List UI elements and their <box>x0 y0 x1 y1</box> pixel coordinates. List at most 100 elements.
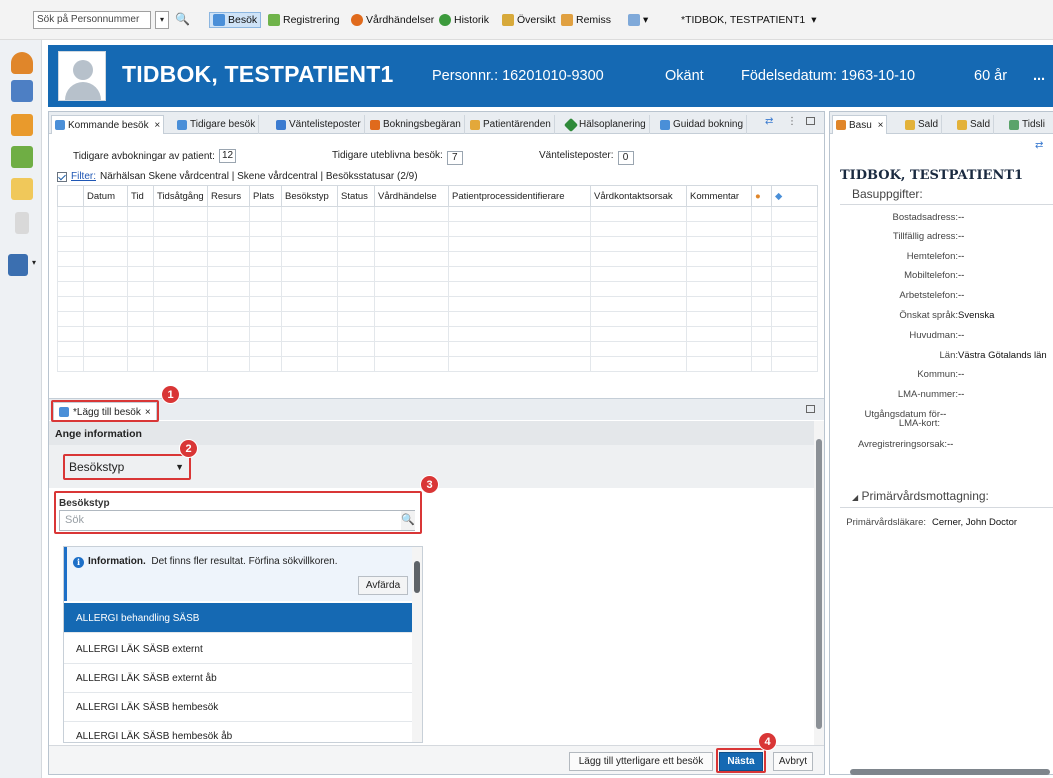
close-icon[interactable]: × <box>875 120 884 131</box>
field-label: Primärvårdsläkare: <box>846 517 926 528</box>
right-hscroll[interactable] <box>836 769 1050 775</box>
toolbar-vardhandelser[interactable]: Vårdhändelser <box>351 12 434 28</box>
table-cell <box>771 281 818 297</box>
table-cell <box>374 221 449 237</box>
grid-icon[interactable] <box>8 254 28 276</box>
table-cell <box>448 296 591 312</box>
column-header[interactable]: Besökstyp <box>281 185 338 207</box>
clipboard-icon[interactable] <box>11 114 33 136</box>
column-header[interactable]: Plats <box>249 185 282 207</box>
envelope-icon[interactable] <box>11 178 33 200</box>
add-another-visit-button[interactable]: Lägg till ytterligare ett besök <box>569 752 713 771</box>
person-icon[interactable]: ● <box>751 185 772 207</box>
search-dropdown-button[interactable]: ▾ <box>155 11 169 29</box>
clipboard-arrow-icon[interactable] <box>11 146 33 168</box>
table-cell <box>448 326 591 342</box>
field-value: Svenska <box>958 310 995 321</box>
chevron-down-icon[interactable]: ▾ <box>32 258 36 267</box>
maximize-icon[interactable] <box>806 117 815 125</box>
tab-label: Kommande besök <box>68 119 149 131</box>
column-header[interactable]: Patientprocessidentifierare <box>448 185 591 207</box>
table-cell <box>337 236 375 252</box>
calendar-clock-icon[interactable] <box>11 80 33 102</box>
column-header[interactable]: Kommentar <box>686 185 752 207</box>
table-cell <box>207 341 250 357</box>
list-item[interactable]: ALLERGI LÄK SÄSB externt <box>64 634 412 664</box>
lower-scrollbar[interactable] <box>814 421 824 751</box>
more-vertical-icon[interactable]: ⋮ <box>787 116 797 127</box>
toolbar-historik[interactable]: Historik <box>439 12 489 28</box>
results-scrollbar[interactable] <box>412 547 422 742</box>
field-value: -- <box>958 290 965 301</box>
column-header[interactable]: Datum <box>83 185 128 207</box>
table-cell <box>153 266 208 282</box>
column-header[interactable]: Resurs <box>207 185 250 207</box>
close-icon[interactable]: × <box>152 120 160 131</box>
table-cell <box>686 326 752 342</box>
column-header[interactable]: Vårdhändelse <box>374 185 449 207</box>
search-icon[interactable]: 🔍 <box>175 12 190 26</box>
tab-halsoplanering[interactable]: Hälsoplanering <box>563 115 650 134</box>
list-item[interactable]: ALLERGI LÄK SÄSB externt åb <box>64 663 412 693</box>
toolbar-registrering[interactable]: Registrering <box>268 12 340 28</box>
more-icon[interactable]: ... <box>1033 68 1045 84</box>
dismiss-button[interactable]: Avfärda <box>358 576 408 595</box>
list-item[interactable]: ALLERGI LÄK SÄSB hembesök åb <box>64 721 412 742</box>
tab-sald-2[interactable]: Sald <box>954 115 995 134</box>
filter-link[interactable]: Filter: <box>71 171 96 182</box>
table-cell <box>153 296 208 312</box>
column-header[interactable]: Tidsåtgång <box>153 185 208 207</box>
table-cell <box>374 356 449 372</box>
tab-kommande-besok[interactable]: Kommande besök × <box>51 115 165 134</box>
table-cell <box>281 341 338 357</box>
person-icon[interactable] <box>11 52 33 74</box>
tab-vantelisteposter[interactable]: Väntelisteposter <box>273 115 365 134</box>
link-icon[interactable]: ⇄ <box>765 116 773 127</box>
link-icon[interactable]: ⇄ <box>1035 140 1043 151</box>
table-cell <box>249 296 282 312</box>
settings-icon[interactable]: ◆ <box>771 185 818 207</box>
maximize-icon[interactable] <box>806 405 815 413</box>
column-header[interactable]: Status <box>337 185 375 207</box>
toolbar-oversikt[interactable]: Översikt <box>502 12 556 28</box>
tab-bokningsbegaran[interactable]: Bokningsbegäran <box>367 115 465 134</box>
table-cell <box>207 236 250 252</box>
tab-guidad-bokning[interactable]: Guidad bokning <box>657 115 748 134</box>
primarvard-section[interactable]: ◢ Primärvårdsmottagning: <box>852 489 989 503</box>
list-item[interactable]: ALLERGI behandling SÄSB <box>64 603 412 633</box>
list-item[interactable]: ALLERGI LÄK SÄSB hembesök <box>64 692 412 722</box>
patient-dropdown[interactable]: *TIDBOK, TESTPATIENT1 ▾ <box>681 12 816 28</box>
document-icon[interactable] <box>15 212 29 234</box>
tab-tidigare-besok[interactable]: Tidigare besök <box>174 115 260 134</box>
step-badge: 1 <box>161 385 180 404</box>
personnummer-search-input[interactable]: Sök på Personnummer <box>33 11 151 29</box>
history-icon <box>439 14 451 26</box>
toolbar-besok[interactable]: Besök <box>209 12 262 28</box>
right-patient-name: TIDBOK, TESTPATIENT1 <box>840 168 1024 183</box>
cancel-button[interactable]: Avbryt <box>773 752 813 771</box>
table-cell <box>281 221 338 237</box>
field-value: -- <box>958 369 965 380</box>
chevron-down-icon: ▾ <box>643 14 649 26</box>
table-cell <box>590 251 687 267</box>
table-cell <box>57 266 84 282</box>
table-cell <box>590 326 687 342</box>
table-cell <box>771 206 818 222</box>
tab-basu[interactable]: Basu × <box>832 115 888 134</box>
tab-label: Sald <box>970 119 991 130</box>
table-cell <box>83 356 128 372</box>
filter-checkbox[interactable] <box>57 171 67 182</box>
table-cell <box>590 356 687 372</box>
toolbar-vardhandelser-label: Vårdhändelser <box>366 14 435 26</box>
tab-tidsli[interactable]: Tidsli <box>1006 115 1048 134</box>
stat-uteblivna: Tidigare uteblivna besök: 7 <box>332 145 463 165</box>
column-header[interactable]: Vårdkontaktsorsak <box>590 185 687 207</box>
toolbar-extra-dropdown[interactable]: ▾ <box>628 12 648 28</box>
toolbar-remiss[interactable]: Remiss <box>561 12 611 28</box>
table-cell <box>590 236 687 252</box>
tab-sald-1[interactable]: Sald <box>902 115 943 134</box>
table-cell <box>771 221 818 237</box>
tab-patientarenden[interactable]: Patientärenden <box>467 115 555 134</box>
table-cell <box>57 341 84 357</box>
column-header[interactable]: Tid <box>127 185 154 207</box>
